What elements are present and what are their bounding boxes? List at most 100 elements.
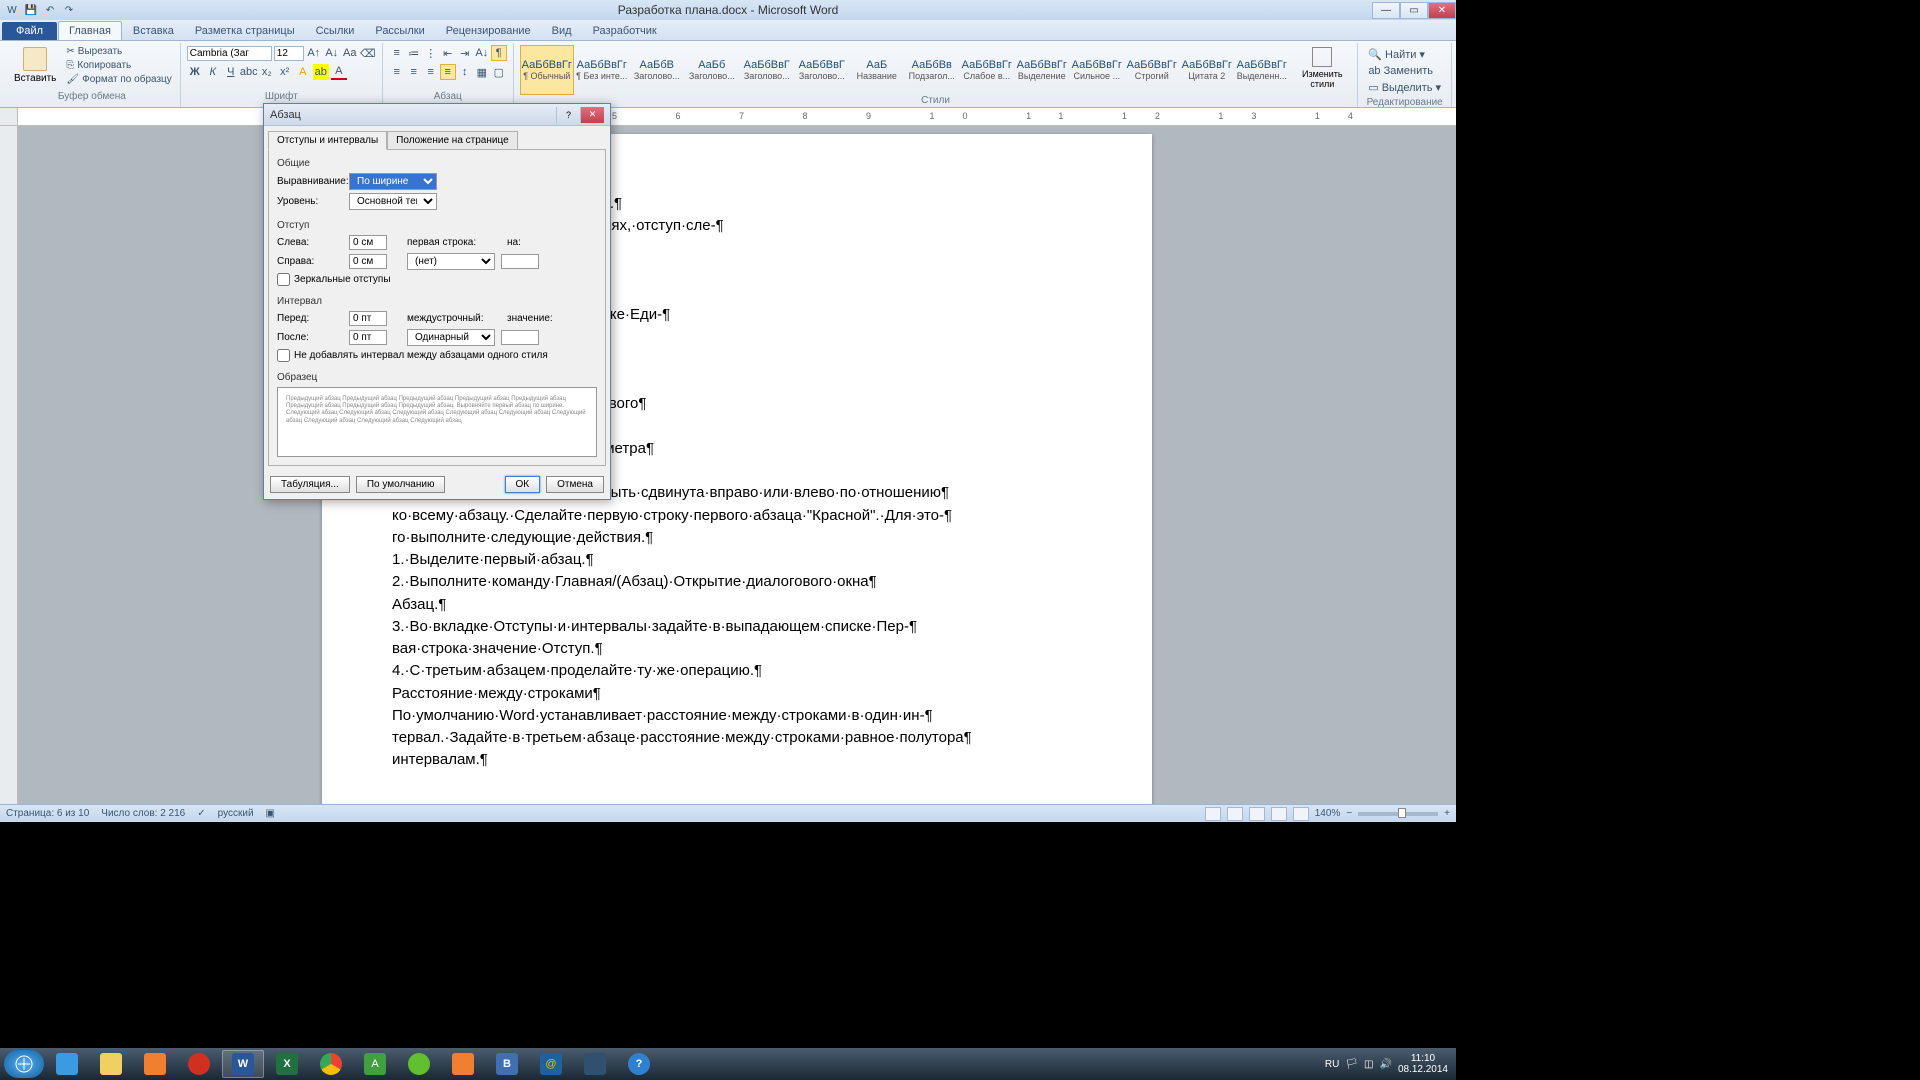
line-spacing-icon[interactable]: ↕ <box>457 64 473 80</box>
dialog-titlebar[interactable]: Абзац ? ✕ <box>264 104 610 126</box>
tab-page-position[interactable]: Положение на странице <box>387 131 517 150</box>
style-item[interactable]: АаБбВвГгЦитата 2 <box>1180 45 1234 95</box>
indent-right-input[interactable] <box>349 254 387 269</box>
bold-button[interactable]: Ж <box>187 64 203 80</box>
outline-level-select[interactable]: Основной текст <box>349 193 437 210</box>
document-line[interactable]: ко·всему·абзацу.·Сделайте·первую·строку·… <box>392 506 1082 526</box>
style-item[interactable]: АаБбВвПодзагол... <box>905 45 959 95</box>
ok-button[interactable]: ОК <box>505 476 541 493</box>
document-line[interactable]: 3.·Во·вкладке·Отступы·и·интервалы·задайт… <box>392 617 1082 637</box>
taskbar-mail[interactable]: @ <box>530 1050 572 1078</box>
space-after-input[interactable] <box>349 330 387 345</box>
document-line[interactable]: Расстояние·между·строками¶ <box>392 684 1082 704</box>
replace-button[interactable]: abЗаменить <box>1366 64 1443 78</box>
taskbar-icq[interactable] <box>398 1050 440 1078</box>
word-count[interactable]: Число слов: 2 216 <box>101 808 185 819</box>
default-button[interactable]: По умолчанию <box>356 476 446 493</box>
taskbar-ie[interactable] <box>46 1050 88 1078</box>
redo-icon[interactable]: ↷ <box>61 2 77 18</box>
font-name-select[interactable] <box>187 46 272 61</box>
find-button[interactable]: 🔍Найти ▾ <box>1366 47 1443 62</box>
decrease-indent-icon[interactable]: ⇤ <box>440 45 456 61</box>
change-styles-button[interactable]: Изменить стили <box>1293 45 1351 95</box>
clear-format-icon[interactable]: ⌫ <box>360 45 376 61</box>
document-line[interactable]: 2.·Выполните·команду·Главная/(Абзац)·Отк… <box>392 572 1082 592</box>
draft-view-icon[interactable] <box>1293 807 1309 821</box>
outline-view-icon[interactable] <box>1271 807 1287 821</box>
document-line[interactable]: Абзац.¶ <box>392 595 1082 615</box>
align-center-icon[interactable]: ≡ <box>406 64 422 80</box>
taskbar-excel[interactable]: X <box>266 1050 308 1078</box>
zoom-thumb[interactable] <box>1398 808 1406 818</box>
minimize-button[interactable]: — <box>1372 2 1400 19</box>
language-indicator[interactable]: русский <box>218 808 254 819</box>
close-button[interactable]: ✕ <box>1428 2 1456 19</box>
tray-clock[interactable]: 11:10 08.12.2014 <box>1398 1053 1448 1075</box>
cut-button[interactable]: ✂Вырезать <box>64 45 173 58</box>
strikethrough-button[interactable]: abc <box>241 64 257 80</box>
document-line[interactable]: тервал.·Задайте·в·третьем·абзаце·расстоя… <box>392 728 1082 748</box>
taskbar-word[interactable]: W <box>222 1050 264 1078</box>
underline-button[interactable]: Ч <box>223 64 239 80</box>
document-line[interactable]: вая·строка·значение·Отступ.¶ <box>392 639 1082 659</box>
document-line[interactable]: го·выполните·следующие·действия.¶ <box>392 528 1082 548</box>
select-button[interactable]: ▭Выделить ▾ <box>1366 80 1443 95</box>
indent-left-input[interactable] <box>349 235 387 250</box>
paste-button[interactable]: Вставить <box>10 45 60 91</box>
document-line[interactable]: интервалам.¶ <box>392 750 1082 770</box>
taskbar-media-player[interactable] <box>134 1050 176 1078</box>
first-line-by-input[interactable] <box>501 254 539 269</box>
tab-page-layout[interactable]: Разметка страницы <box>185 22 305 40</box>
borders-icon[interactable]: ▢ <box>491 64 507 80</box>
document-line[interactable]: 1.·Выделите·первый·абзац.¶ <box>392 550 1082 570</box>
shading-icon[interactable]: ▦ <box>474 64 490 80</box>
show-marks-icon[interactable]: ¶ <box>491 45 507 61</box>
print-layout-view-icon[interactable] <box>1205 807 1221 821</box>
taskbar-ok[interactable] <box>442 1050 484 1078</box>
style-item[interactable]: АаБбВвГгВыделенн... <box>1235 45 1289 95</box>
dialog-close-button[interactable]: ✕ <box>580 107 604 123</box>
align-right-icon[interactable]: ≡ <box>423 64 439 80</box>
alignment-select[interactable]: По ширине <box>349 173 437 190</box>
tab-file[interactable]: Файл <box>2 22 57 40</box>
maximize-button[interactable]: ▭ <box>1400 2 1428 19</box>
style-item[interactable]: АаБНазвание <box>850 45 904 95</box>
taskbar-chrome[interactable] <box>310 1050 352 1078</box>
sort-icon[interactable]: A↓ <box>474 45 490 61</box>
tab-view[interactable]: Вид <box>542 22 582 40</box>
cancel-button[interactable]: Отмена <box>546 476 604 493</box>
tray-volume-icon[interactable]: 🔊 <box>1379 1059 1391 1070</box>
tab-indents-spacing[interactable]: Отступы и интервалы <box>268 131 387 150</box>
align-left-icon[interactable]: ≡ <box>389 64 405 80</box>
mirror-indents-checkbox[interactable] <box>277 273 290 286</box>
style-item[interactable]: АаБбВвГгСтрогий <box>1125 45 1179 95</box>
web-layout-view-icon[interactable] <box>1249 807 1265 821</box>
tray-flag-icon[interactable]: 🏳 <box>1345 1059 1358 1070</box>
italic-button[interactable]: К <box>205 64 221 80</box>
taskbar-explorer[interactable] <box>90 1050 132 1078</box>
highlight-icon[interactable]: ab <box>313 64 329 80</box>
zoom-level[interactable]: 140% <box>1315 808 1341 819</box>
insert-mode-icon[interactable]: ▣ <box>266 808 275 819</box>
style-item[interactable]: АаБбВвГгВыделение <box>1015 45 1069 95</box>
taskbar-vk[interactable]: B <box>486 1050 528 1078</box>
tray-lang[interactable]: RU <box>1325 1059 1339 1070</box>
zoom-out-button[interactable]: − <box>1346 808 1352 819</box>
document-line[interactable]: По·умолчанию·Word·устанавливает·расстоян… <box>392 706 1082 726</box>
tab-developer[interactable]: Разработчик <box>583 22 667 40</box>
text-effects-icon[interactable]: A <box>295 64 311 80</box>
tabs-button[interactable]: Табуляция... <box>270 476 350 493</box>
line-spacing-value-input[interactable] <box>501 330 539 345</box>
horizontal-ruler[interactable]: 1 2 3 4 5 6 7 8 9 10 11 12 13 14 15 16 1… <box>0 108 1456 126</box>
taskbar-amigo[interactable]: A <box>354 1050 396 1078</box>
style-item[interactable]: АаБбВвГЗаголово... <box>740 45 794 95</box>
first-line-select[interactable]: (нет) <box>407 253 495 270</box>
document-scroll[interactable]: ятый·абзацы·По·правому·краю.¶это·принято… <box>18 126 1456 804</box>
copy-button[interactable]: ⎘Копировать <box>64 59 173 72</box>
undo-icon[interactable]: ↶ <box>42 2 58 18</box>
font-size-select[interactable] <box>274 46 304 61</box>
space-before-input[interactable] <box>349 311 387 326</box>
styles-gallery[interactable]: АаБбВвГг¶ ОбычныйАаБбВвГг¶ Без инте...Аа… <box>520 45 1290 95</box>
style-item[interactable]: АаБбВвГгСлабое в... <box>960 45 1014 95</box>
tab-review[interactable]: Рецензирование <box>436 22 541 40</box>
